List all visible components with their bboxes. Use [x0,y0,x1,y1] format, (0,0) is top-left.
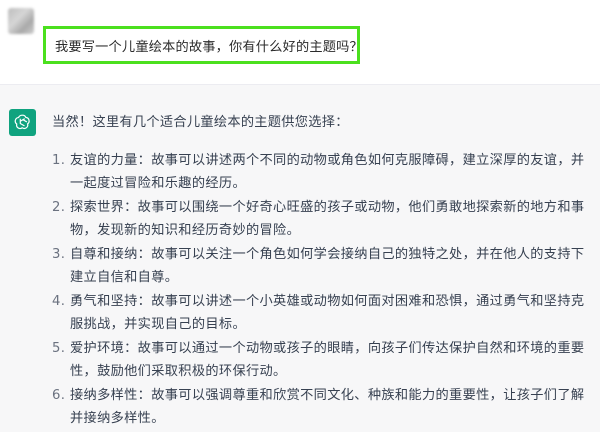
user-message-text: 我要写一个儿童绘本的故事，你有什么好的主题吗？ [55,39,363,55]
user-avatar [8,8,34,34]
list-item-number: 3. [52,247,66,262]
list-item-number: 5. [52,341,66,356]
list-item-text: 友谊的力量：故事可以讲述两个不同的动物或角色如何克服障碍，建立深厚的友谊，并一起… [70,153,585,191]
list-item-number: 4. [52,294,66,309]
assistant-message-row: 当然！这里有几个适合儿童绘本的主题供您选择： 1. 友谊的力量：故事可以讲述两个… [0,84,600,432]
list-item-text: 自尊和接纳：故事可以关注一个角色如何学会接纳自己的独特之处，并在他人的支持下建立… [70,247,585,285]
list-item-text: 探索世界：故事可以围绕一个好奇心旺盛的孩子或动物，他们勇敢地探索新的地方和事物，… [70,200,585,238]
list-item-number: 2. [52,200,66,215]
list-item: 4. 勇气和坚持：故事可以讲述一个小英雄或动物如何面对困难和恐惧，通过勇气和坚持… [52,290,597,336]
chatgpt-logo-icon [9,109,36,136]
assistant-intro-text: 当然！这里有几个适合儿童绘本的主题供您选择： [52,115,349,130]
list-item-text: 接纳多样性：故事可以强调尊重和欣赏不同文化、种族和能力的重要性，让孩子们了解并接… [70,388,585,426]
chat-page: 我要写一个儿童绘本的故事，你有什么好的主题吗？ 当然！这里有几个适合儿童绘本的主… [0,0,600,432]
list-item-number: 6. [52,388,66,403]
list-item: 5. 爱护环境：故事可以通过一个动物或孩子的眼睛，向孩子们传达保护自然和环境的重… [52,337,597,383]
list-item: 3. 自尊和接纳：故事可以关注一个角色如何学会接纳自己的独特之处，并在他人的支持… [52,243,597,289]
list-item-text: 爱护环境：故事可以通过一个动物或孩子的眼睛，向孩子们传达保护自然和环境的重要性，… [70,341,585,379]
theme-list: 1. 友谊的力量：故事可以讲述两个不同的动物或角色如何克服障碍，建立深厚的友谊，… [52,149,597,431]
user-message-row: 我要写一个儿童绘本的故事，你有什么好的主题吗？ [0,0,600,84]
list-item: 6. 接纳多样性：故事可以强调尊重和欣赏不同文化、种族和能力的重要性，让孩子们了… [52,384,597,430]
list-item-number: 1. [52,153,66,168]
list-item-text: 勇气和坚持：故事可以讲述一个小英雄或动物如何面对困难和恐惧，通过勇气和坚持克服挑… [70,294,585,332]
list-item: 2. 探索世界：故事可以围绕一个好奇心旺盛的孩子或动物，他们勇敢地探索新的地方和… [52,196,597,242]
user-message-highlight: 我要写一个儿童绘本的故事，你有什么好的主题吗？ [43,26,363,64]
list-item: 1. 友谊的力量：故事可以讲述两个不同的动物或角色如何克服障碍，建立深厚的友谊，… [52,149,597,195]
